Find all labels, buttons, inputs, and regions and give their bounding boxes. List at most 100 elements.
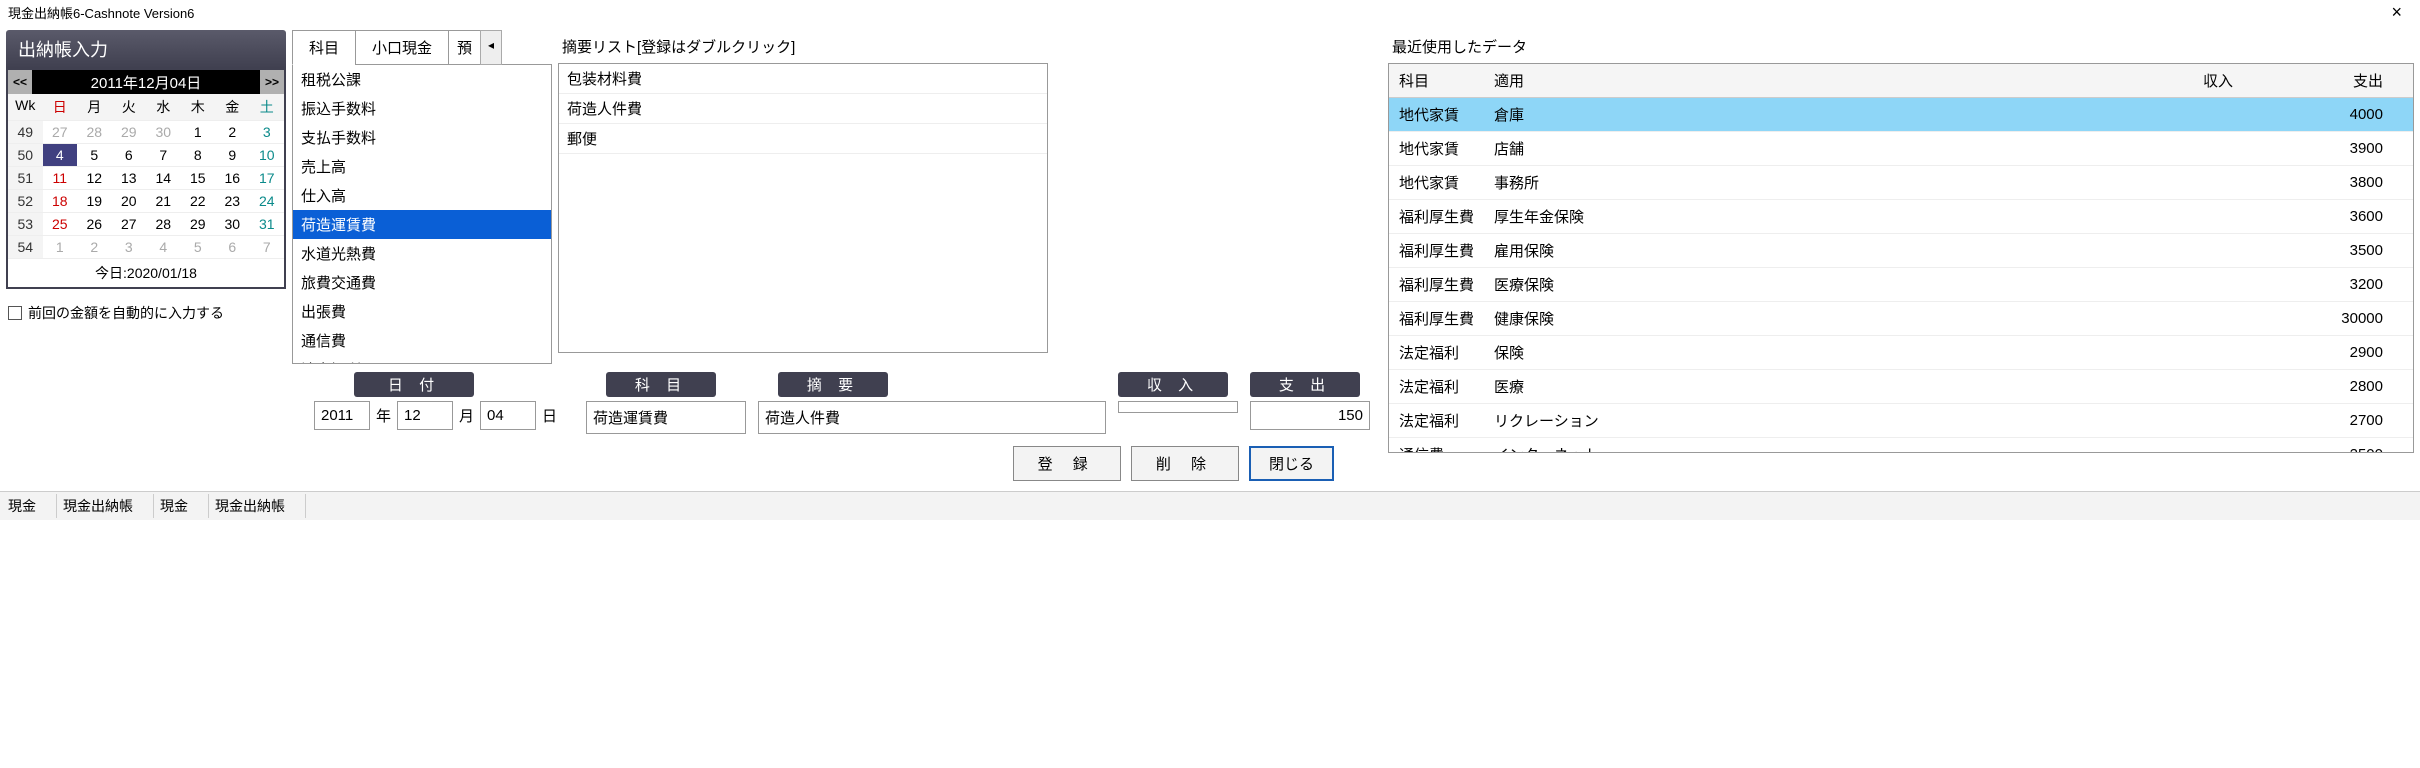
tab-scroll-left-icon[interactable]: ◂ <box>480 30 502 65</box>
cal-next-icon[interactable]: >> <box>260 70 284 94</box>
cal-today[interactable]: 今日:2020/01/18 <box>8 259 284 287</box>
checkbox-icon[interactable] <box>8 306 22 320</box>
subject-item[interactable]: 通信費 <box>293 326 551 355</box>
recent-table[interactable]: 科目 適用 収入 支出 地代家賃倉庫4000地代家賃店舗3900地代家賃事務所3… <box>1389 64 2413 453</box>
subject-item[interactable]: 出張費 <box>293 297 551 326</box>
cal-day[interactable]: 10 <box>250 144 285 167</box>
day-input[interactable]: 04 <box>480 401 536 430</box>
tab-subject[interactable]: 科目 <box>292 30 356 65</box>
cal-day[interactable]: 20 <box>112 190 147 213</box>
cal-day[interactable]: 27 <box>43 121 78 144</box>
table-row[interactable]: 通信費インターネット2500 <box>1389 438 2413 454</box>
recent-h-subject[interactable]: 科目 <box>1389 64 1484 98</box>
cal-dow: Wk <box>8 94 43 121</box>
subject-item[interactable]: 支払手数料 <box>293 123 551 152</box>
cal-day[interactable]: 13 <box>112 167 147 190</box>
summary-input[interactable]: 荷造人件費 <box>758 401 1106 434</box>
auto-amount-checkbox[interactable]: 前回の金額を自動的に入力する <box>6 299 286 327</box>
table-row[interactable]: 地代家賃事務所3800 <box>1389 166 2413 200</box>
tab-petty-cash[interactable]: 小口現金 <box>355 30 449 65</box>
table-cell: リクレーション <box>1484 404 2193 438</box>
cal-day[interactable]: 1 <box>43 236 78 259</box>
cal-day[interactable]: 5 <box>77 144 112 167</box>
table-row[interactable]: 福利厚生費雇用保険3500 <box>1389 234 2413 268</box>
cal-day[interactable]: 25 <box>43 213 78 236</box>
cal-day[interactable]: 9 <box>215 144 250 167</box>
table-row[interactable]: 法定福利リクレーション2700 <box>1389 404 2413 438</box>
subject-item[interactable]: 租税公課 <box>293 65 551 94</box>
month-input[interactable]: 12 <box>397 401 453 430</box>
cal-day[interactable]: 29 <box>181 213 216 236</box>
cal-day[interactable]: 24 <box>250 190 285 213</box>
cal-day[interactable]: 30 <box>215 213 250 236</box>
cal-day[interactable]: 1 <box>181 121 216 144</box>
summary-item[interactable]: 郵便 <box>559 124 1047 154</box>
cal-day[interactable]: 14 <box>146 167 181 190</box>
cal-day[interactable]: 2 <box>77 236 112 259</box>
recent-h-apply[interactable]: 適用 <box>1484 64 2193 98</box>
close-icon[interactable]: × <box>2381 2 2412 23</box>
cal-day[interactable]: 19 <box>77 190 112 213</box>
subject-item[interactable]: 荷造運賃費 <box>293 210 551 239</box>
table-row[interactable]: 法定福利医療2800 <box>1389 370 2413 404</box>
expense-input[interactable]: 150 <box>1250 401 1370 430</box>
cal-day[interactable]: 16 <box>215 167 250 190</box>
table-row[interactable]: 法定福利保険2900 <box>1389 336 2413 370</box>
subject-list[interactable]: 租税公課振込手数料支払手数料売上高仕入高荷造運賃費水道光熱費旅費交通費出張費通信… <box>292 64 552 364</box>
subject-item[interactable]: 法定福利 <box>293 355 551 364</box>
subject-item[interactable]: 売上高 <box>293 152 551 181</box>
cal-day[interactable]: 27 <box>112 213 147 236</box>
subject-input[interactable]: 荷造運賃費 <box>586 401 746 434</box>
close-button[interactable]: 閉じる <box>1249 446 1334 481</box>
cal-day[interactable]: 8 <box>181 144 216 167</box>
year-input[interactable]: 2011 <box>314 401 370 430</box>
table-cell: 医療 <box>1484 370 2193 404</box>
cal-day[interactable]: 4 <box>146 236 181 259</box>
cal-day[interactable]: 6 <box>215 236 250 259</box>
cal-day[interactable]: 31 <box>250 213 285 236</box>
cal-dow: 月 <box>77 94 112 121</box>
cal-day[interactable]: 26 <box>77 213 112 236</box>
cal-day[interactable]: 6 <box>112 144 147 167</box>
recent-h-expense[interactable]: 支出 <box>2293 64 2393 98</box>
summary-item[interactable]: 包装材料費 <box>559 64 1047 94</box>
cal-day[interactable]: 5 <box>181 236 216 259</box>
cal-day[interactable]: 11 <box>43 167 78 190</box>
tab-deposit[interactable]: 預 <box>448 30 481 65</box>
cal-day[interactable]: 3 <box>250 121 285 144</box>
cal-day[interactable]: 7 <box>146 144 181 167</box>
summary-list[interactable]: 包装材料費荷造人件費郵便 <box>558 63 1048 353</box>
recent-h-income[interactable]: 収入 <box>2193 64 2293 98</box>
cal-day[interactable]: 3 <box>112 236 147 259</box>
summary-item[interactable]: 荷造人件費 <box>559 94 1047 124</box>
cal-day[interactable]: 18 <box>43 190 78 213</box>
cal-day[interactable]: 30 <box>146 121 181 144</box>
cal-day[interactable]: 15 <box>181 167 216 190</box>
cal-day[interactable]: 23 <box>215 190 250 213</box>
cal-day[interactable]: 29 <box>112 121 147 144</box>
cal-day[interactable]: 2 <box>215 121 250 144</box>
table-row[interactable]: 地代家賃倉庫4000 <box>1389 98 2413 132</box>
subject-item[interactable]: 振込手数料 <box>293 94 551 123</box>
table-row[interactable]: 福利厚生費健康保険30000 <box>1389 302 2413 336</box>
status-4: 現金出納帳 <box>211 494 306 518</box>
subject-item[interactable]: 仕入高 <box>293 181 551 210</box>
cal-prev-icon[interactable]: << <box>8 70 32 94</box>
cal-day[interactable]: 12 <box>77 167 112 190</box>
cal-day[interactable]: 22 <box>181 190 216 213</box>
table-row[interactable]: 福利厚生費厚生年金保険3600 <box>1389 200 2413 234</box>
subject-header: 科 目 <box>606 372 716 397</box>
cal-day[interactable]: 17 <box>250 167 285 190</box>
subject-item[interactable]: 旅費交通費 <box>293 268 551 297</box>
cal-day[interactable]: 4 <box>43 144 78 167</box>
cal-day[interactable]: 21 <box>146 190 181 213</box>
cal-day[interactable]: 28 <box>77 121 112 144</box>
subject-item[interactable]: 水道光熱費 <box>293 239 551 268</box>
cal-day[interactable]: 7 <box>250 236 285 259</box>
delete-button[interactable]: 削 除 <box>1131 446 1239 481</box>
cal-day[interactable]: 28 <box>146 213 181 236</box>
register-button[interactable]: 登 録 <box>1013 446 1121 481</box>
table-row[interactable]: 地代家賃店舗3900 <box>1389 132 2413 166</box>
income-input[interactable] <box>1118 401 1238 413</box>
table-row[interactable]: 福利厚生費医療保険3200 <box>1389 268 2413 302</box>
